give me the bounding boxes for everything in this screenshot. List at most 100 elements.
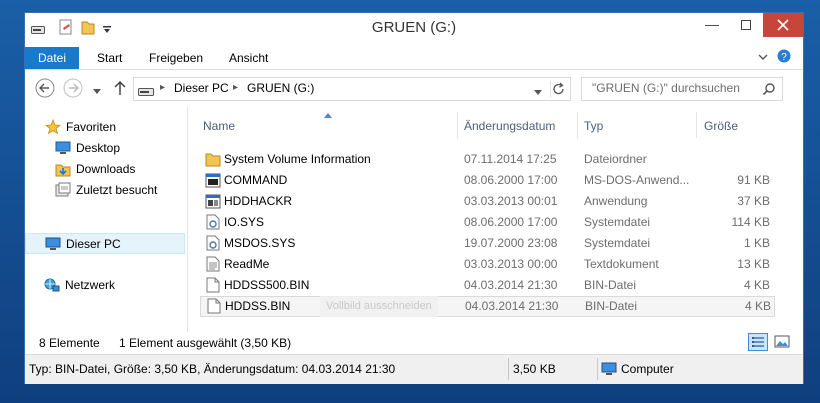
- column-header-name[interactable]: Name: [203, 119, 235, 133]
- breadcrumb-gruen[interactable]: GRUEN (G:): [247, 81, 314, 95]
- up-button[interactable]: [113, 80, 127, 96]
- tab-start[interactable]: Start: [85, 47, 134, 69]
- file-size: 4 KB: [744, 299, 771, 313]
- computer-icon: [45, 236, 61, 252]
- file-date: 08.06.2000 17:00: [464, 173, 558, 187]
- file-date: 19.07.2000 23:08: [464, 236, 558, 250]
- file-date: 07.11.2014 17:25: [464, 152, 557, 166]
- address-field[interactable]: ▸ Dieser PC ▸ GRUEN (G:): [133, 77, 571, 101]
- file-list: Name Änderungsdatum Typ Größe System Vol…: [195, 106, 799, 332]
- nav-label: Zuletzt besucht: [76, 183, 158, 197]
- column-divider[interactable]: [696, 112, 697, 138]
- address-dropdown-icon[interactable]: [534, 85, 542, 95]
- file-name: HDDSS500.BIN: [224, 278, 310, 292]
- title-bar: GRUEN (G:) —: [25, 13, 803, 43]
- column-headers: Name Änderungsdatum Typ Größe: [195, 112, 799, 138]
- close-button[interactable]: [763, 13, 803, 37]
- file-date: 03.03.2013 00:00: [464, 257, 558, 271]
- file-name: HDDHACKR: [224, 194, 293, 208]
- file-size: 114 KB: [731, 215, 770, 229]
- table-row[interactable]: HDDSS500.BIN 04.03.2014 21:30 BIN-Datei …: [195, 275, 775, 296]
- minimize-button[interactable]: —: [695, 13, 729, 37]
- window-title: GRUEN (G:): [371, 19, 457, 36]
- back-button[interactable]: [35, 78, 55, 98]
- file-name: ReadMe: [224, 257, 270, 271]
- file-type: Dateiordner: [584, 152, 647, 166]
- recent-locations-dropdown-icon[interactable]: [93, 84, 101, 94]
- breadcrumb-dieser-pc[interactable]: Dieser PC: [174, 81, 229, 95]
- file-icon: [205, 277, 221, 293]
- file-name: COMMAND: [224, 173, 288, 187]
- expand-ribbon-icon[interactable]: [757, 51, 769, 61]
- column-divider[interactable]: [457, 112, 458, 138]
- file-icon: [206, 298, 222, 314]
- tab-ansicht[interactable]: Ansicht: [217, 47, 280, 69]
- star-icon: [44, 118, 62, 135]
- search-field[interactable]: "GRUEN (G:)" durchsuchen: [581, 77, 783, 101]
- file-type: Systemdatei: [584, 215, 651, 229]
- desktop-icon: [55, 141, 71, 155]
- file-size: 91 KB: [737, 173, 770, 187]
- file-type: BIN-Datei: [585, 299, 638, 313]
- selection-info: 1 Element ausgewählt (3,50 KB): [119, 336, 292, 350]
- table-row[interactable]: IO.SYS 08.06.2000 17:00 Systemdatei 114 …: [195, 212, 775, 233]
- table-row[interactable]: System Volume Information 07.11.2014 17:…: [195, 149, 775, 170]
- table-row[interactable]: MSDOS.SYS 19.07.2000 23:08 Systemdatei 1…: [195, 233, 775, 254]
- ribbon-tabs: Datei Start Freigeben Ansicht ?: [25, 43, 803, 70]
- file-size: 1 KB: [743, 236, 770, 250]
- nav-label: Netzwerk: [65, 278, 116, 292]
- nav-item-zuletzt-besucht[interactable]: Zuletzt besucht: [25, 180, 185, 200]
- file-type: MS-DOS-Anwend...: [584, 173, 690, 187]
- application-icon: [205, 194, 221, 209]
- details-info: Typ: BIN-Datei, Größe: 3,50 KB, Änderung…: [29, 362, 396, 376]
- file-name: IO.SYS: [224, 215, 265, 229]
- details-view-button[interactable]: [748, 333, 768, 351]
- nav-item-dieser-pc[interactable]: Dieser PC: [25, 233, 185, 254]
- recent-places-icon: [55, 182, 71, 198]
- divider: [597, 358, 598, 380]
- nav-label: Favoriten: [66, 120, 117, 134]
- table-row[interactable]: ReadMe 03.03.2013 00:00 Textdokument 13 …: [195, 254, 775, 275]
- table-row[interactable]: HDDHACKR 03.03.2013 00:01 Anwendung 37 K…: [195, 191, 775, 212]
- column-divider[interactable]: [577, 112, 578, 138]
- forward-button[interactable]: [63, 78, 83, 98]
- large-icons-view-button[interactable]: [772, 333, 792, 351]
- system-file-icon: [205, 214, 221, 230]
- svg-text:?: ?: [781, 52, 787, 63]
- file-date: 08.06.2000 17:00: [464, 215, 558, 229]
- status-bar: 8 Elemente 1 Element ausgewählt (3,50 KB…: [25, 332, 803, 354]
- drive-icon: [138, 85, 154, 96]
- nav-item-desktop[interactable]: Desktop: [25, 138, 185, 158]
- file-date: 04.03.2014 21:30: [464, 278, 558, 292]
- nav-item-favoriten[interactable]: Favoriten: [25, 117, 185, 137]
- text-document-icon: [205, 256, 221, 272]
- tooltip-ghost: Vollbild ausschneiden: [320, 296, 438, 317]
- refresh-icon[interactable]: [550, 81, 567, 97]
- file-type: Systemdatei: [584, 236, 651, 250]
- column-header-type[interactable]: Typ: [584, 119, 603, 133]
- search-icon[interactable]: [762, 82, 776, 96]
- nav-item-netzwerk[interactable]: Netzwerk: [25, 275, 185, 295]
- tab-freigeben[interactable]: Freigeben: [137, 47, 215, 69]
- column-header-size[interactable]: Größe: [704, 119, 738, 133]
- dos-application-icon: [205, 173, 221, 188]
- file-date: 03.03.2013 00:01: [464, 194, 558, 208]
- details-location: Computer: [621, 362, 674, 376]
- tab-datei[interactable]: Datei: [25, 47, 79, 69]
- computer-icon: [601, 361, 617, 377]
- system-file-icon: [205, 235, 221, 251]
- maximize-button[interactable]: [729, 13, 763, 37]
- table-row-selected[interactable]: HDDSS.BIN Vollbild ausschneiden 04.03.20…: [200, 296, 775, 317]
- chevron-right-icon[interactable]: ▸: [160, 82, 165, 93]
- chevron-right-icon[interactable]: ▸: [233, 82, 238, 93]
- navigation-bar: ▸ Dieser PC ▸ GRUEN (G:) "GRUEN (G:)" du…: [25, 70, 803, 106]
- divider: [508, 358, 509, 380]
- column-header-date[interactable]: Änderungsdatum: [464, 119, 555, 133]
- nav-label: Desktop: [76, 141, 121, 155]
- help-icon[interactable]: ?: [777, 49, 791, 63]
- file-name: MSDOS.SYS: [224, 236, 296, 250]
- nav-item-downloads[interactable]: Downloads: [25, 159, 185, 179]
- file-size: 37 KB: [737, 194, 770, 208]
- file-type: Textdokument: [584, 257, 659, 271]
- table-row[interactable]: COMMAND 08.06.2000 17:00 MS-DOS-Anwend..…: [195, 170, 775, 191]
